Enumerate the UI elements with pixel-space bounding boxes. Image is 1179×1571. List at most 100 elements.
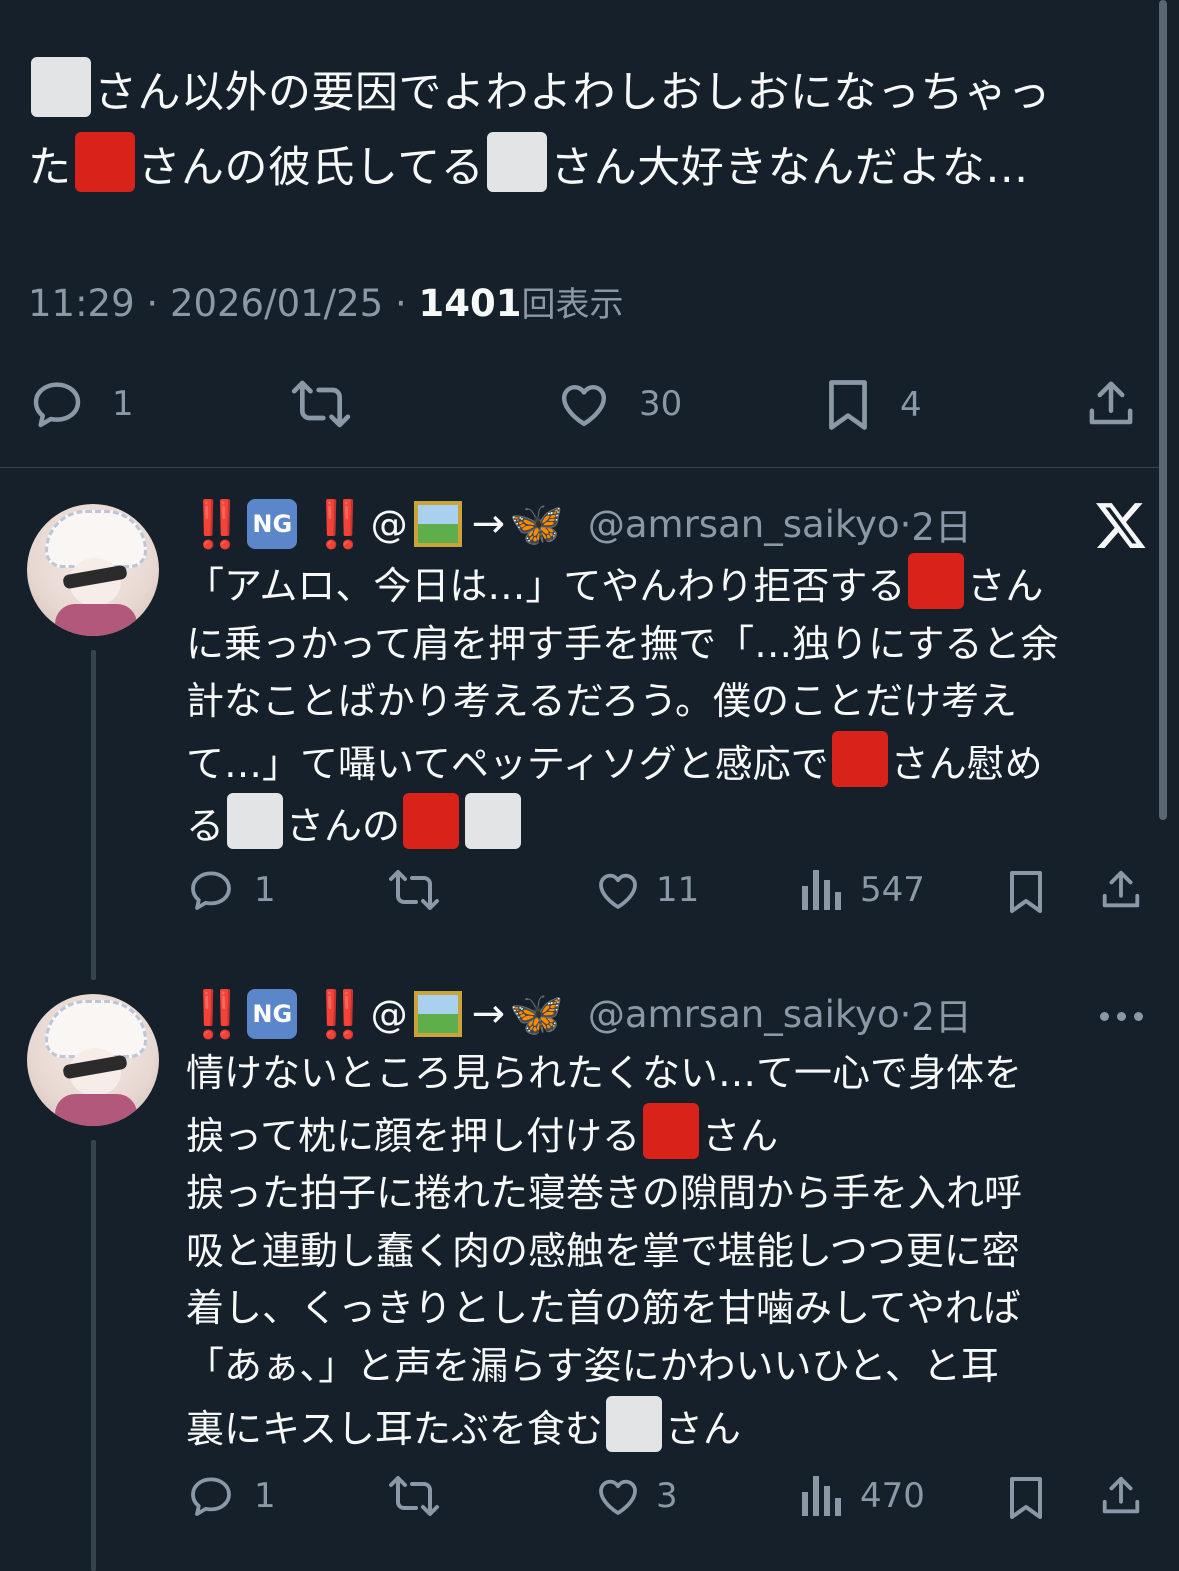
share-button[interactable] bbox=[1084, 376, 1138, 432]
more-dot-icon bbox=[1100, 1012, 1109, 1021]
double-exclamation-emoji: ‼️ bbox=[311, 496, 368, 551]
white-square-emoji bbox=[465, 793, 522, 850]
like-count: 30 bbox=[639, 384, 683, 424]
main-tweet-line-2: た さんの彼氏してる さん大好きなんだよな… bbox=[28, 131, 1148, 206]
bookmark-count: 4 bbox=[900, 385, 922, 425]
heart-icon bbox=[599, 873, 637, 909]
retweet-icon bbox=[389, 1476, 439, 1516]
butterfly-emoji: 🦋 bbox=[509, 989, 564, 1040]
butterfly-emoji: 🦋 bbox=[509, 499, 564, 550]
view-count: 547 bbox=[860, 870, 925, 910]
reply-action-bar: 1 11 547 bbox=[0, 866, 1179, 920]
share-button[interactable] bbox=[1098, 866, 1144, 914]
reply-button[interactable]: 1 bbox=[186, 866, 276, 914]
like-count: 3 bbox=[656, 1476, 678, 1516]
framed-picture-emoji bbox=[413, 501, 462, 547]
meta-separator: · bbox=[134, 282, 170, 325]
main-tweet-text-2c: さん大好きなんだよな… bbox=[550, 143, 1029, 193]
more-dot-icon bbox=[1117, 1012, 1126, 1021]
reply-text-segment: さんの bbox=[286, 804, 401, 849]
x-logo-icon bbox=[1096, 503, 1146, 548]
relative-time[interactable]: 2日 bbox=[911, 987, 972, 1041]
reply-count: 1 bbox=[254, 870, 276, 910]
reply-text-segment: さん 捩った拍子に捲れた寝巻きの隙間から手を入れ呼 吸と連動し蠢く肉の感触を掌で… bbox=[186, 1113, 1023, 1451]
reply-action-bar: 1 3 470 bbox=[0, 1472, 1179, 1526]
avatar[interactable] bbox=[27, 504, 159, 636]
reply-button[interactable]: 1 bbox=[28, 376, 134, 432]
display-name-at: @ bbox=[370, 502, 408, 546]
like-button[interactable]: 30 bbox=[555, 376, 682, 432]
reply-text-segment: 「アムロ、今日は…」てやんわり拒否する bbox=[186, 564, 906, 608]
ng-emoji: NG bbox=[247, 499, 298, 549]
views-button[interactable]: 547 bbox=[800, 866, 925, 914]
reply-icon bbox=[33, 382, 81, 428]
avatar-shirt bbox=[55, 604, 137, 636]
relative-time[interactable]: 2日 bbox=[911, 497, 972, 551]
red-square-emoji bbox=[831, 730, 888, 787]
white-square-emoji bbox=[487, 132, 548, 192]
reply-button[interactable]: 1 bbox=[186, 1472, 276, 1520]
white-square-emoji bbox=[31, 57, 91, 117]
tweet-time[interactable]: 11:29 bbox=[28, 282, 135, 325]
reply-text-segment: 情けないところ見られたくない…て一心で身体を 捩って枕に顔を押し付ける bbox=[186, 1051, 1023, 1158]
ng-emoji: NG bbox=[247, 989, 298, 1039]
bookmark-button[interactable] bbox=[1004, 1472, 1048, 1524]
retweet-button[interactable] bbox=[288, 376, 354, 432]
red-square-emoji bbox=[643, 1102, 700, 1159]
retweet-button[interactable] bbox=[386, 866, 442, 914]
bookmark-icon bbox=[1010, 1477, 1042, 1519]
analytics-icon bbox=[802, 870, 841, 910]
divider bbox=[0, 467, 1159, 468]
main-tweet-line-1: さん以外の要因でよわよわしおしおになっちゃっ bbox=[28, 56, 1148, 131]
reply-text-segment: さん bbox=[664, 1406, 741, 1451]
retweet-button[interactable] bbox=[386, 1472, 442, 1520]
double-exclamation-emoji: ‼️ bbox=[188, 496, 245, 551]
views-label: 回表示 bbox=[521, 285, 624, 325]
reply-body: 情けないところ見られたくない…て一心で身体を 捩って枕に顔を押し付ける さん 捩っ… bbox=[186, 1045, 1156, 1458]
reply-icon bbox=[191, 871, 231, 910]
reply-count: 1 bbox=[254, 1476, 276, 1516]
red-square-emoji bbox=[908, 553, 965, 609]
tweet-meta: 11:29 · 2026/01/25 · 1401回表示 bbox=[28, 280, 623, 329]
reply-header[interactable]: ‼️ NG ‼️ @ → 🦋 @amrsan_saikyo · 2日 bbox=[188, 984, 972, 1044]
red-square-emoji bbox=[74, 132, 135, 192]
main-tweet-text-2b: さんの彼氏してる bbox=[137, 143, 485, 193]
time-separator: · bbox=[899, 502, 912, 546]
display-name-at: @ bbox=[370, 992, 408, 1036]
reply-body: 「アムロ、今日は…」てやんわり拒否する さん に乗っかって肩を押す手を撫で「…独り… bbox=[186, 553, 1156, 856]
retweet-icon bbox=[389, 870, 439, 910]
reply-count: 1 bbox=[112, 384, 134, 424]
main-action-bar: 1 30 4 bbox=[0, 376, 1179, 436]
heart-icon bbox=[599, 1479, 637, 1515]
time-separator: · bbox=[899, 992, 912, 1036]
share-button[interactable] bbox=[1098, 1472, 1144, 1520]
main-tweet-text-line1: さん以外の要因でよわよわしおしおになっちゃっ bbox=[94, 68, 1051, 118]
like-button[interactable]: 3 bbox=[594, 1472, 678, 1520]
like-button[interactable]: 11 bbox=[594, 866, 699, 914]
double-exclamation-emoji: ‼️ bbox=[311, 986, 368, 1041]
main-tweet-text: さん以外の要因でよわよわしおしおになっちゃっ た さんの彼氏してる さん大好きなんだ… bbox=[28, 56, 1148, 206]
like-count: 11 bbox=[656, 870, 700, 910]
bookmark-button[interactable] bbox=[1004, 866, 1048, 918]
white-square-emoji bbox=[605, 1395, 662, 1452]
view-count: 470 bbox=[860, 1476, 925, 1516]
views-count: 1401 bbox=[418, 282, 522, 325]
main-tweet-text-2a: た bbox=[28, 143, 72, 193]
analytics-icon bbox=[802, 1476, 841, 1516]
arrow-emoji: → bbox=[471, 501, 506, 547]
double-exclamation-emoji: ‼️ bbox=[188, 986, 245, 1041]
reply-icon bbox=[191, 1477, 231, 1516]
avatar[interactable] bbox=[27, 994, 159, 1126]
reply-header[interactable]: ‼️ NG ‼️ @ → 🦋 @amrsan_saikyo · 2日 bbox=[188, 494, 972, 554]
thread-line bbox=[91, 650, 96, 980]
red-square-emoji bbox=[403, 793, 460, 850]
user-handle[interactable]: @amrsan_saikyo bbox=[588, 993, 900, 1036]
white-square-emoji bbox=[227, 793, 284, 850]
heart-icon bbox=[561, 384, 607, 427]
tweet-date[interactable]: 2026/01/25 bbox=[170, 282, 383, 325]
framed-picture-emoji bbox=[413, 991, 462, 1037]
user-handle[interactable]: @amrsan_saikyo bbox=[588, 503, 900, 546]
bookmark-button[interactable]: 4 bbox=[822, 376, 922, 434]
views-button[interactable]: 470 bbox=[800, 1472, 925, 1520]
more-options-button[interactable] bbox=[1100, 1012, 1143, 1021]
